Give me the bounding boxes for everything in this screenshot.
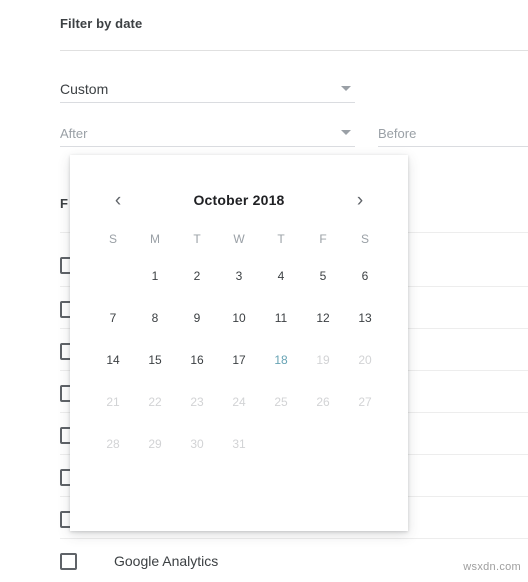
calendar-day-27: 27 [358, 395, 372, 409]
calendar-day-empty [92, 255, 134, 297]
calendar-month-year-label: October 2018 [193, 192, 285, 208]
calendar-grid: S M T W T F S 1 2 3 4 5 6 7 8 9 10 11 12 13 14 15 16 17 18 19 20 21… [92, 223, 386, 465]
calendar-day-17[interactable]: 17 [218, 339, 260, 381]
after-date-input[interactable]: After [60, 116, 355, 147]
calendar-day-8[interactable]: 8 [134, 297, 176, 339]
calendar-day-empty [260, 423, 302, 465]
weekday-initial-2: T [193, 232, 201, 246]
list-item-label: Google Analytics [114, 553, 219, 569]
page-title: Filter by date [60, 16, 143, 31]
weekday-initial-3: W [233, 232, 245, 246]
calendar-week-row: 28 29 30 31 [92, 423, 386, 465]
weekday-initial-0: S [108, 232, 117, 246]
date-range-select[interactable]: Custom [60, 72, 355, 103]
calendar-day-13[interactable]: 13 [344, 297, 386, 339]
calendar-day-31: 31 [232, 437, 246, 451]
date-picker-popup[interactable]: ‹ October 2018 › S M T W T F S 1 2 3 4 5 6 7 8 9 10 11 12 1… [70, 155, 408, 531]
weekday-initial-5: F [319, 232, 327, 246]
divider-top [60, 50, 528, 51]
calendar-day-4[interactable]: 4 [260, 255, 302, 297]
calendar-day-10[interactable]: 10 [218, 297, 260, 339]
calendar-day-empty [302, 423, 344, 465]
calendar-week-row: 123456 [92, 255, 386, 297]
obscured-section-label: F [60, 196, 68, 211]
calendar-day-12[interactable]: 12 [302, 297, 344, 339]
calendar-day-19: 19 [316, 353, 330, 367]
calendar-day-6[interactable]: 6 [344, 255, 386, 297]
calendar-day-empty [344, 423, 386, 465]
calendar-day-15[interactable]: 15 [134, 339, 176, 381]
calendar-day-18[interactable]: 18 [260, 339, 302, 381]
calendar-day-29: 29 [148, 437, 162, 451]
list-item-google-analytics[interactable]: Google Analytics [60, 540, 528, 582]
calendar-day-14[interactable]: 14 [92, 339, 134, 381]
calendar-day-11[interactable]: 11 [260, 297, 302, 339]
calendar-day-9[interactable]: 9 [176, 297, 218, 339]
calendar-week-row: 21 22 23 24 25 26 27 [92, 381, 386, 423]
calendar-day-23: 23 [190, 395, 204, 409]
watermark: wsxdn.com [463, 561, 521, 573]
checkbox-icon[interactable] [60, 552, 77, 570]
calendar-header: ‹ October 2018 › [70, 185, 408, 215]
calendar-day-16[interactable]: 16 [176, 339, 218, 381]
calendar-weekday-header: SMTWTFS [92, 223, 386, 255]
previous-month-icon[interactable]: ‹ [108, 191, 128, 210]
chevron-down-icon [341, 130, 351, 135]
weekday-initial-6: S [360, 232, 369, 246]
next-month-icon[interactable]: › [350, 191, 370, 210]
chevron-down-icon [341, 86, 351, 91]
weekday-initial-1: M [150, 232, 160, 246]
calendar-day-30: 30 [190, 437, 204, 451]
before-date-placeholder: Before [378, 126, 417, 141]
calendar-day-24: 24 [232, 395, 246, 409]
calendar-day-2[interactable]: 2 [176, 255, 218, 297]
after-date-placeholder: After [60, 126, 88, 141]
calendar-day-3[interactable]: 3 [218, 255, 260, 297]
calendar-week-row: 7 8 9 10 11 12 13 [92, 297, 386, 339]
date-range-select-value: Custom [60, 81, 109, 97]
calendar-day-5[interactable]: 5 [302, 255, 344, 297]
calendar-day-1[interactable]: 1 [134, 255, 176, 297]
calendar-day-28: 28 [106, 437, 120, 451]
before-date-input[interactable]: Before [378, 116, 528, 147]
calendar-day-7[interactable]: 7 [92, 297, 134, 339]
calendar-day-22: 22 [148, 395, 162, 409]
calendar-week-row: 14 15 16 17 18 19 20 [92, 339, 386, 381]
calendar-day-26: 26 [316, 395, 330, 409]
calendar-day-21: 21 [106, 395, 120, 409]
weekday-initial-4: T [277, 232, 285, 246]
calendar-day-25: 25 [274, 395, 288, 409]
calendar-day-20: 20 [358, 353, 372, 367]
